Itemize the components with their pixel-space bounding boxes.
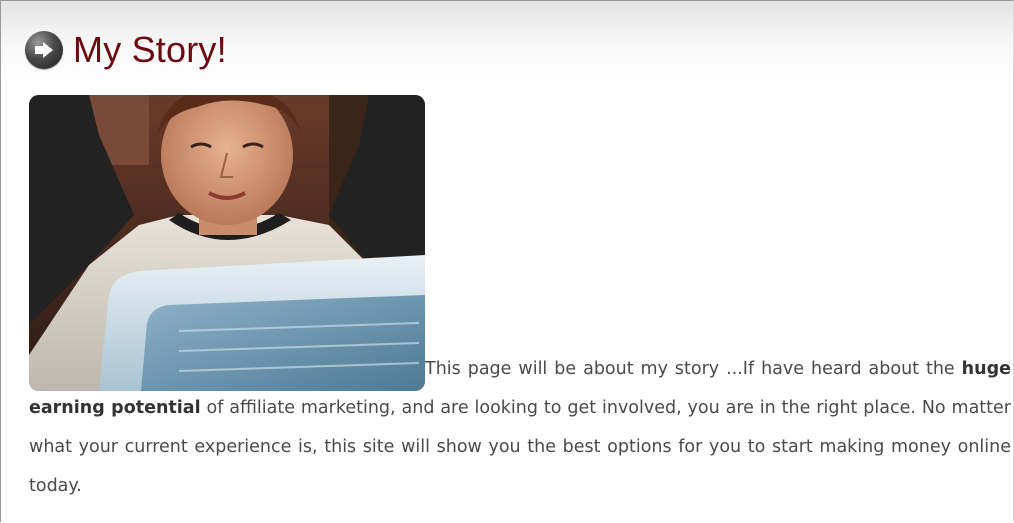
story-content: This page will be about my story ...If h… bbox=[29, 95, 1011, 506]
story-photo bbox=[29, 95, 425, 391]
arrow-right-circle-icon bbox=[25, 31, 63, 69]
title-row: My Story! bbox=[25, 27, 227, 73]
story-text-intro: This page will be about my story ...If h… bbox=[425, 359, 962, 379]
content-panel: My Story! This page will be about my sto… bbox=[0, 0, 1014, 522]
page-title: My Story! bbox=[73, 29, 227, 70]
